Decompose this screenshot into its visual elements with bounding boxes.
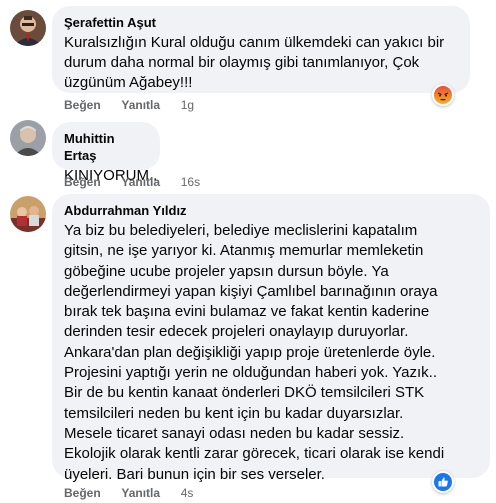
reaction-badge[interactable] <box>432 471 454 493</box>
like-button[interactable]: Beğen <box>64 174 101 190</box>
timestamp[interactable]: 16s <box>181 174 200 190</box>
timestamp[interactable]: 4s <box>181 485 194 501</box>
like-button[interactable]: Beğen <box>64 485 101 501</box>
comment-bubble: Şerafettin Aşut Kuralsızlığın Kural oldu… <box>52 6 470 93</box>
timestamp[interactable]: 1g <box>181 97 194 113</box>
reply-button[interactable]: Yanıtla <box>121 97 160 113</box>
comment-text: Ya biz bu belediyeleri, belediye meclisl… <box>64 222 445 483</box>
avatar[interactable] <box>10 10 46 46</box>
separator <box>165 485 168 501</box>
separator <box>165 174 168 190</box>
reply-button[interactable]: Yanıtla <box>121 485 160 501</box>
avatar[interactable] <box>10 120 46 156</box>
comment-text: Kuralsızlığın Kural olduğu canım ülkemde… <box>64 34 445 91</box>
like-button[interactable]: Beğen <box>64 97 101 113</box>
comment-actions: Beğen Yanıtla 1g <box>64 97 194 113</box>
comment-actions: Beğen Yanıtla 4s <box>64 485 193 501</box>
separator <box>165 97 168 113</box>
comment-author[interactable]: Şerafettin Aşut <box>64 14 458 31</box>
comment-author[interactable]: Abdurrahman Yıldız <box>64 202 478 219</box>
comment-author[interactable]: Muhittin Ertaş <box>64 130 148 164</box>
comment-bubble: Muhittin Ertaş KINIYORUM.. <box>52 122 160 184</box>
separator <box>106 485 109 501</box>
reaction-badge[interactable] <box>432 84 454 106</box>
comment-actions: Beğen Yanıtla 16s <box>64 174 200 190</box>
angry-icon <box>434 86 452 104</box>
like-icon <box>434 473 452 491</box>
reply-button[interactable]: Yanıtla <box>121 174 160 190</box>
separator <box>106 174 109 190</box>
avatar[interactable] <box>10 196 46 232</box>
comment-bubble: Abdurrahman Yıldız Ya biz bu belediyeler… <box>52 194 490 483</box>
separator <box>106 97 109 113</box>
